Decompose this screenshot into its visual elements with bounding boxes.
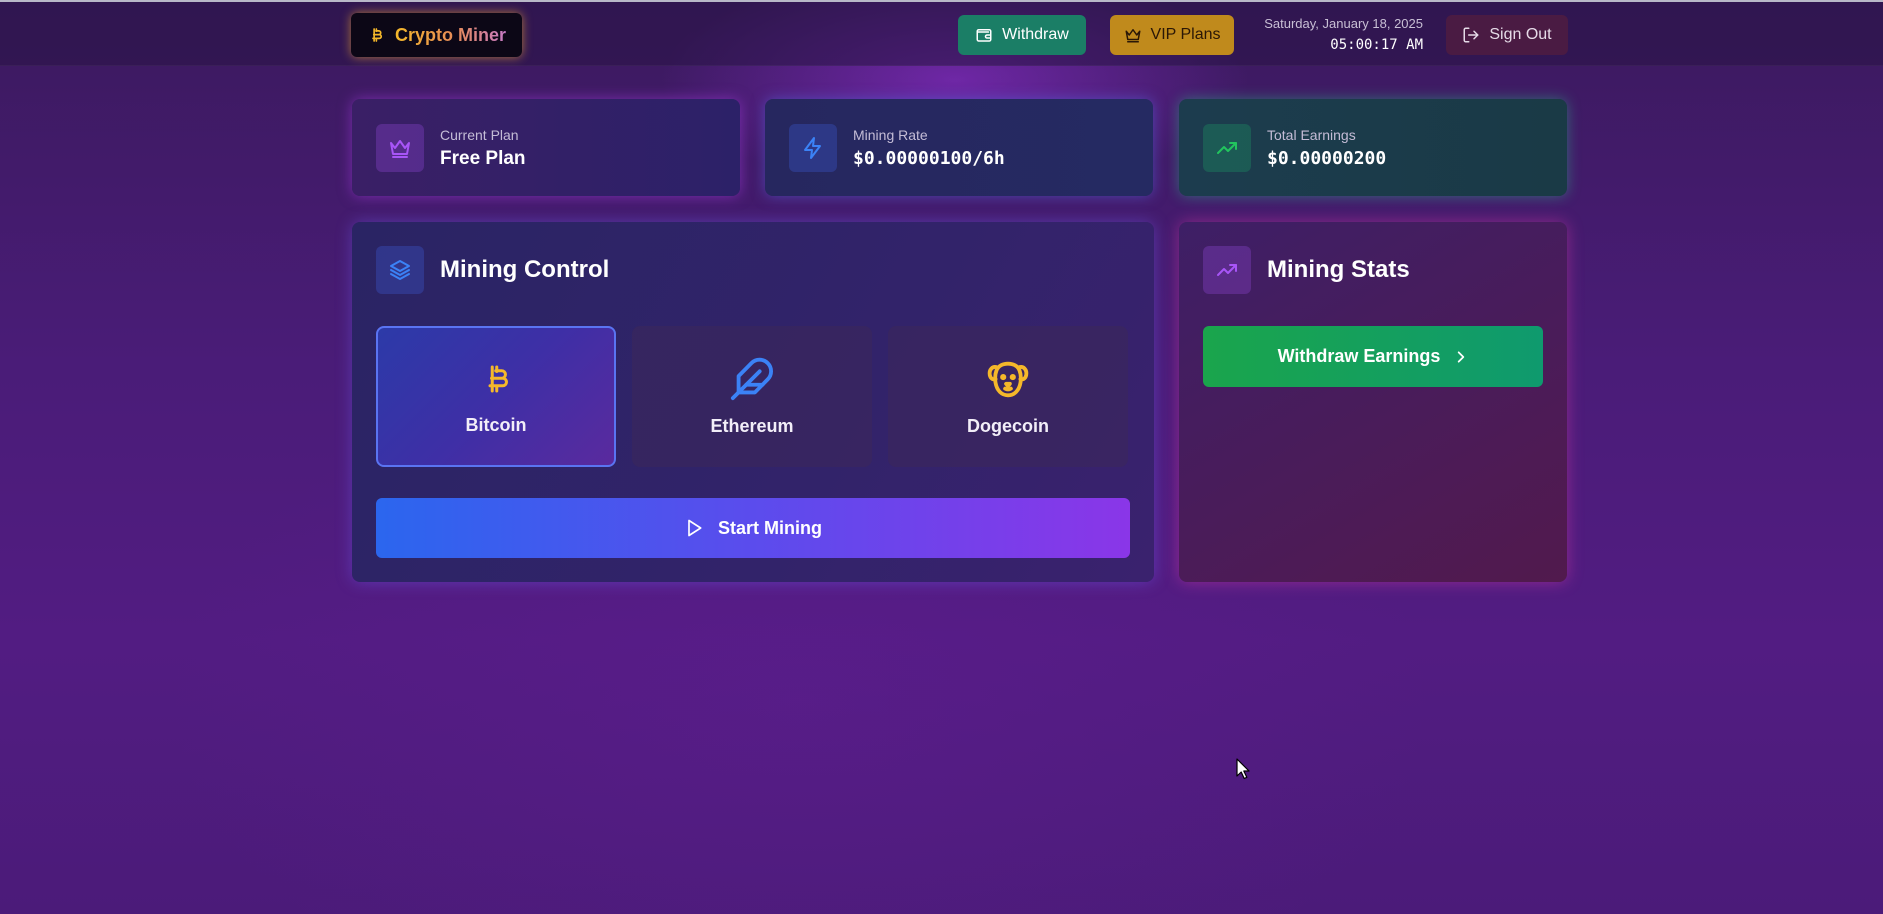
coin-label-dogecoin: Dogecoin: [966, 416, 1049, 436]
crown-icon: [1125, 29, 1141, 43]
coin-label-ethereum: Ethereum: [710, 416, 794, 436]
dog-icon: [987, 361, 1029, 398]
total-earnings-value: $0.00000200: [1267, 148, 1387, 169]
bitcoin-icon: [488, 365, 508, 393]
app-logo-text: Crypto Miner: [395, 24, 507, 45]
sign-out-button[interactable]: Sign Out: [1446, 15, 1568, 55]
date-time-display: Saturday, January 18, 2025 05:00:17 AM: [1240, 15, 1423, 55]
withdraw-earnings-button[interactable]: Withdraw Earnings: [1203, 326, 1543, 387]
mining-stats-title: Mining Stats: [1267, 256, 1410, 283]
withdraw-button-label: Withdraw: [1002, 26, 1069, 43]
vip-plans-button-label: VIP Plans: [1150, 26, 1221, 43]
bitcoin-icon: [372, 28, 383, 42]
start-mining-button[interactable]: Start Mining: [376, 498, 1130, 558]
app-logo[interactable]: Crypto Miner: [351, 13, 522, 57]
mining-rate-card: Mining Rate $0.00000100/6h: [765, 99, 1153, 196]
coin-label-bitcoin: Bitcoin: [465, 415, 527, 435]
start-mining-label: Start Mining: [718, 517, 822, 538]
mining-stats-header: Mining Stats: [1203, 246, 1410, 294]
play-icon: [688, 519, 702, 537]
mining-control-header: Mining Control: [376, 246, 609, 294]
sign-out-button-label: Sign Out: [1489, 26, 1552, 43]
current-plan-card: Current Plan Free Plan: [352, 99, 740, 196]
feather-icon: [730, 357, 773, 401]
mining-rate-label: Mining Rate: [853, 127, 928, 143]
vip-plans-button[interactable]: VIP Plans: [1110, 15, 1234, 55]
trending-up-icon: [1203, 246, 1251, 294]
mining-control-title: Mining Control: [440, 256, 610, 283]
coin-option-dogecoin[interactable]: Dogecoin: [888, 326, 1128, 467]
crown-icon: [376, 123, 424, 172]
mining-control-panel: Mining Control Bitcoin Ethereum Dogecoin: [352, 222, 1154, 582]
mining-stats-panel: Mining Stats Withdraw Earnings: [1179, 222, 1567, 582]
coin-option-bitcoin[interactable]: Bitcoin: [376, 326, 616, 467]
total-earnings-label: Total Earnings: [1267, 127, 1356, 143]
layers-icon: [376, 246, 424, 294]
current-plan-value: Free Plan: [440, 147, 526, 169]
coin-option-ethereum[interactable]: Ethereum: [632, 326, 872, 467]
trending-up-icon: [1203, 123, 1251, 172]
mining-rate-value: $0.00000100/6h: [853, 148, 1005, 169]
current-time: 05:00:17 AM: [1330, 37, 1423, 53]
withdraw-button[interactable]: Withdraw: [958, 15, 1086, 55]
sign-out-icon: [1463, 27, 1479, 43]
mouse-cursor-icon: [1236, 758, 1250, 780]
top-navbar: Crypto Miner Withdraw VIP Plans Saturday…: [0, 2, 1883, 66]
total-earnings-card: Total Earnings $0.00000200: [1179, 99, 1567, 196]
current-plan-label: Current Plan: [440, 126, 519, 143]
wallet-icon: [976, 29, 992, 42]
lightning-icon: [789, 123, 837, 172]
chevron-right-icon: [1458, 350, 1465, 363]
current-date: Saturday, January 18, 2025: [1264, 16, 1423, 31]
withdraw-earnings-label: Withdraw Earnings: [1277, 346, 1441, 366]
